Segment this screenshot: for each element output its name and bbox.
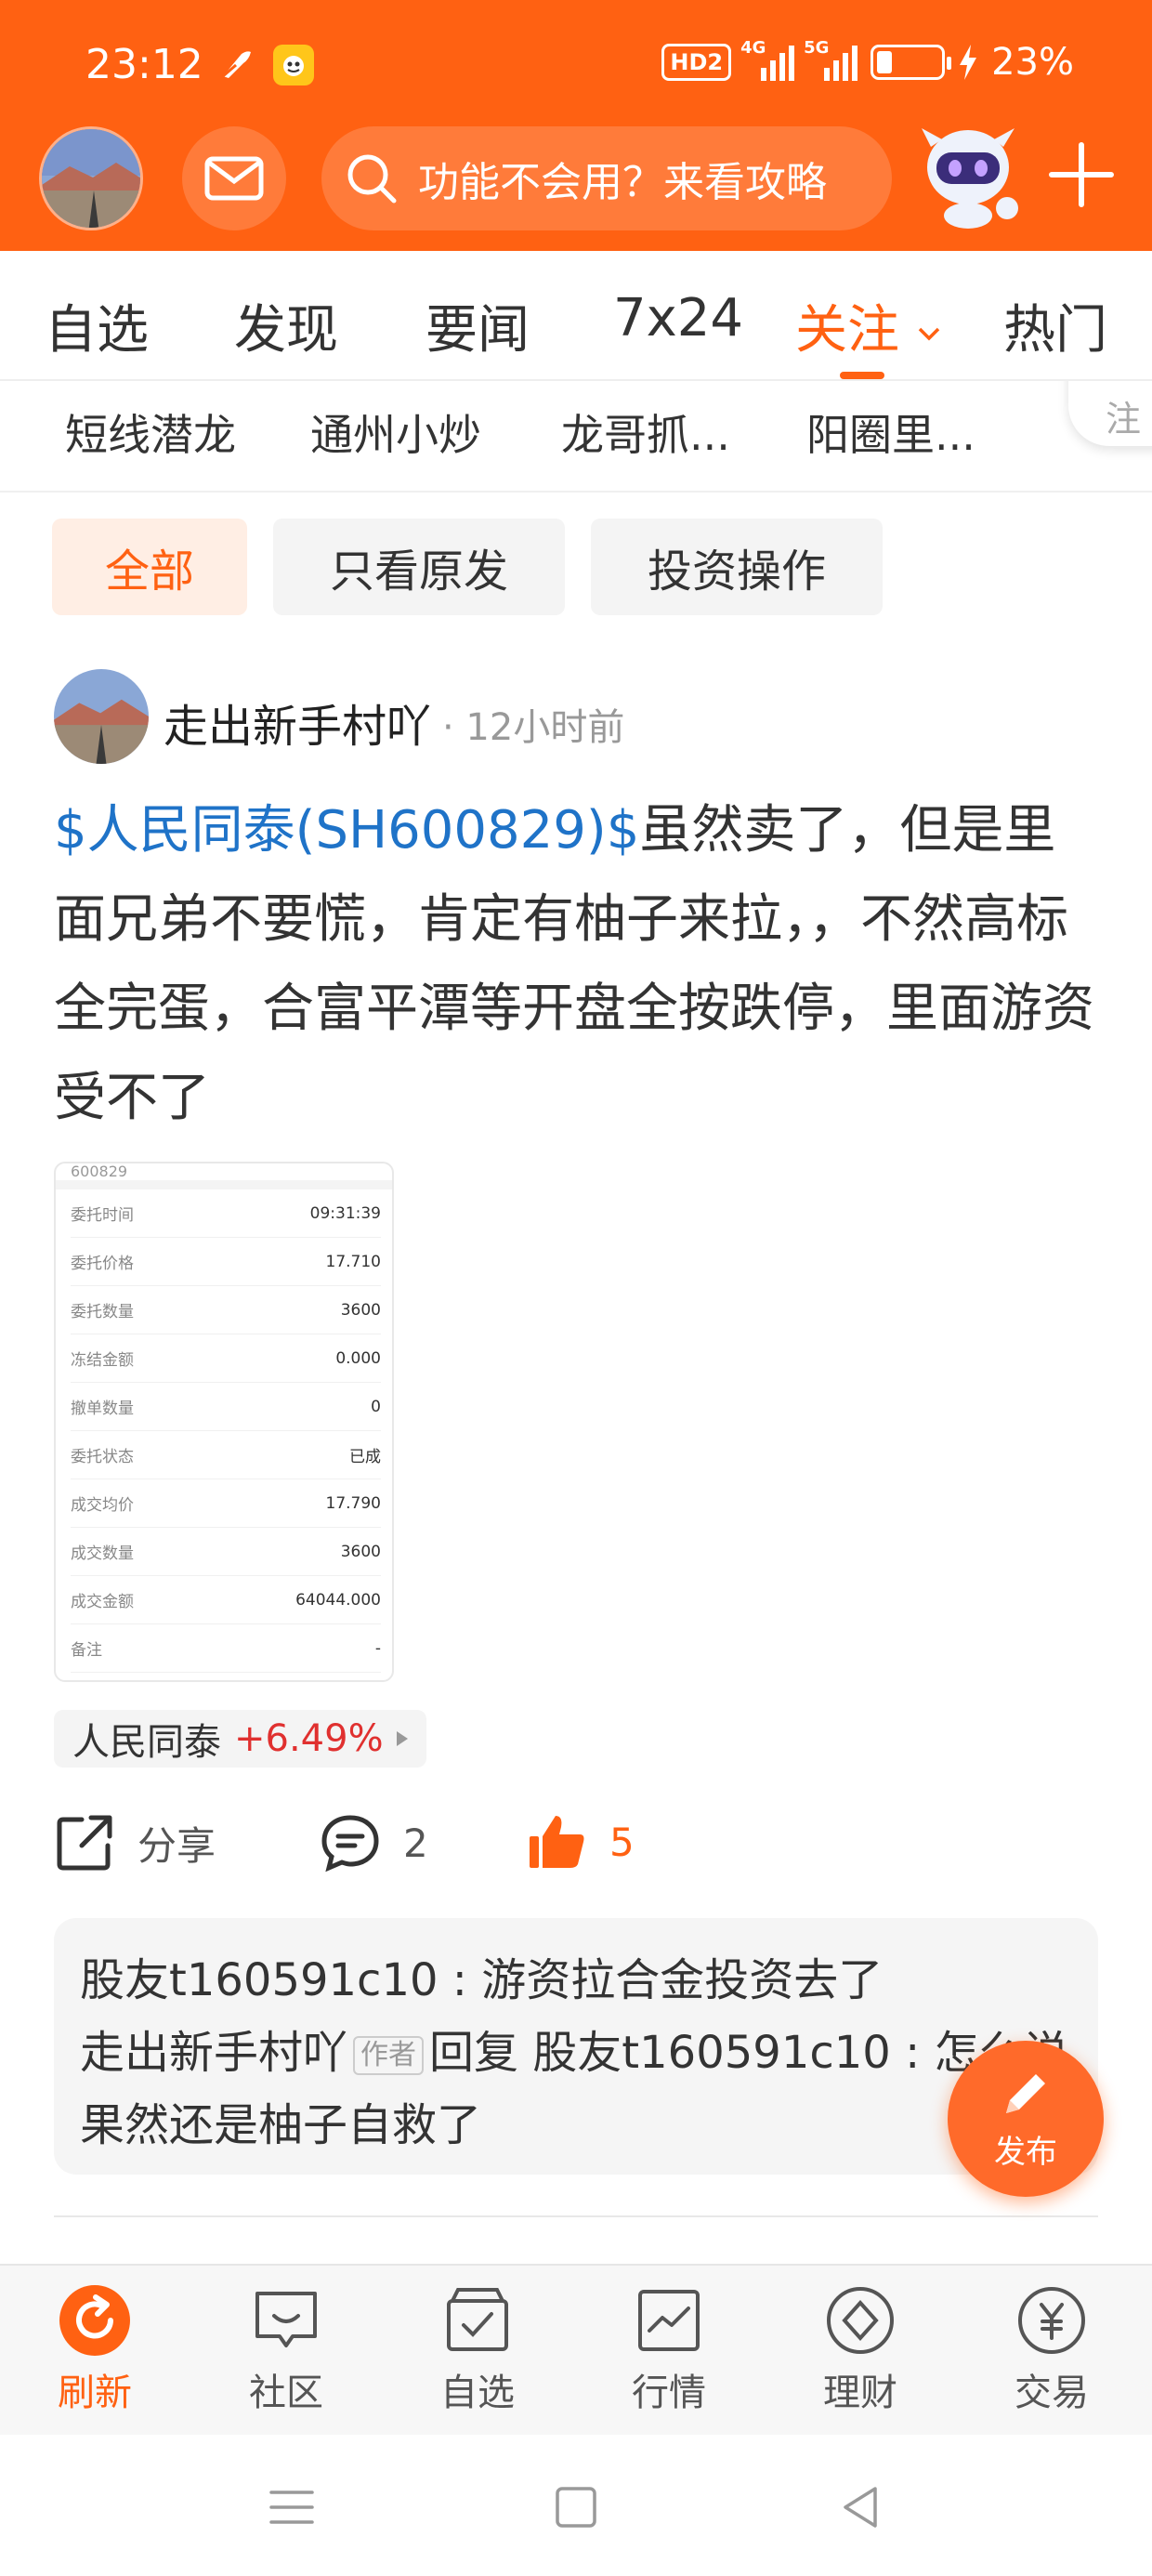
plus-icon[interactable]: [1046, 139, 1117, 210]
trade-icon: [1018, 2287, 1085, 2354]
trade-order-image[interactable]: 600829 委托时间 09:31:39 委托价格 17.710 委托数量 3600 …: [54, 1162, 394, 1682]
filter-investment-ops[interactable]: 投资操作: [591, 519, 883, 615]
stock-chip-change: +6.49%: [234, 1717, 384, 1760]
chevron-down-icon: [918, 327, 940, 341]
status-indicators: HD2 4G 5G 23%: [661, 38, 1074, 84]
post-timestamp: · 12小时前: [442, 706, 625, 749]
followed-user[interactable]: 通州小炒: [310, 401, 481, 463]
tab-watchlist[interactable]: 自选: [45, 288, 149, 363]
tab-discover[interactable]: 发现: [234, 288, 338, 363]
mascot-robot-icon[interactable]: [910, 119, 1031, 230]
comment-icon: [321, 1815, 379, 1873]
search-bar[interactable]: 功能不会用？来看攻略: [321, 126, 892, 230]
comment-item: 股友t160591c10 : 游资拉合金投资去了: [80, 1954, 884, 2006]
pencil-icon: [1006, 2073, 1045, 2113]
nav-community[interactable]: 社区: [221, 2284, 351, 2416]
comment-button[interactable]: 2: [320, 1812, 428, 1873]
search-icon: [347, 154, 397, 204]
tab-following[interactable]: 关注: [795, 288, 942, 363]
comment-item: 走出新手村吖作者回复 股友t160591c10 : 怎么说: [80, 2017, 1072, 2089]
filter-all[interactable]: 全部: [52, 519, 247, 615]
active-tab-indicator: [840, 372, 884, 379]
community-icon: [255, 2292, 317, 2347]
followed-users-row: 短线潜龙 通州小炒 龙哥抓... 阳圈里... 注: [0, 381, 1152, 493]
home-icon[interactable]: [550, 2481, 602, 2533]
filter-original-only[interactable]: 只看原发: [273, 519, 565, 615]
system-navigation-bar: [0, 2435, 1152, 2576]
post-author-avatar[interactable]: [54, 669, 149, 764]
comment-user[interactable]: 走出新手村吖: [80, 2027, 347, 2079]
hd-badge: HD2: [661, 44, 732, 81]
like-count: 5: [609, 1819, 635, 1865]
trade-row: 委托状态 已成: [71, 1431, 381, 1479]
trade-row: 委托数量 3600: [71, 1286, 381, 1334]
post-divider: [54, 2215, 1098, 2217]
mail-icon: [204, 156, 264, 201]
trade-row: 冻结金额 0.000: [71, 1334, 381, 1383]
charging-icon: [960, 45, 977, 80]
publish-fab[interactable]: 发布: [948, 2041, 1104, 2197]
status-time: 23:12: [85, 41, 203, 88]
thumbs-up-icon: [530, 1816, 584, 1868]
back-icon[interactable]: [834, 2481, 886, 2533]
reply-to-user[interactable]: 股友t160591c10: [532, 2027, 891, 2079]
nav-market[interactable]: 行情: [604, 2284, 734, 2416]
reply-word: 回复: [429, 2027, 519, 2079]
nav-refresh[interactable]: 刷新: [30, 2284, 160, 2416]
search-placeholder: 功能不会用？来看攻略: [418, 159, 827, 206]
post-author-name[interactable]: 走出新手村吖: [164, 690, 431, 755]
signal-4g-icon: 4G: [740, 38, 795, 81]
followed-user[interactable]: 龙哥抓...: [561, 401, 730, 463]
watchlist-icon: [447, 2288, 508, 2351]
comment-count: 2: [403, 1820, 428, 1866]
nav-wealth[interactable]: 理财: [795, 2284, 925, 2416]
menu-icon[interactable]: [266, 2481, 318, 2533]
share-label: 分享: [137, 1822, 216, 1869]
author-tag: 作者: [353, 2036, 425, 2075]
app-notification-icon: [273, 45, 314, 85]
caret-right-icon: [396, 1731, 408, 1746]
publish-label: 发布: [994, 2133, 1057, 2171]
nav-watchlist[interactable]: 自选: [412, 2284, 543, 2416]
feather-icon: [222, 51, 251, 78]
signal-5g-icon: 5G: [804, 38, 858, 81]
market-icon: [638, 2290, 700, 2351]
channel-tabs: 自选 发现 要闻 7x24 关注 热门: [0, 251, 1152, 381]
stock-chip-name: 人民同泰: [72, 1721, 221, 1764]
comment-continuation: 果然还是柚子自救了: [80, 2099, 482, 2151]
comment-user[interactable]: 股友t160591c10: [80, 1954, 439, 2006]
trade-row: 委托时间 09:31:39: [71, 1189, 381, 1238]
trade-row: 成交均价 17.790: [71, 1479, 381, 1528]
trade-row: 委托价格 17.710: [71, 1238, 381, 1286]
battery-percent: 23%: [991, 41, 1074, 84]
user-avatar[interactable]: [39, 126, 143, 230]
tab-news[interactable]: 要闻: [425, 288, 530, 363]
trade-stock-code: 600829: [56, 1163, 392, 1189]
followed-user[interactable]: 阳圈里...: [806, 401, 975, 463]
related-stock-chip[interactable]: 人民同泰 +6.49%: [54, 1710, 426, 1768]
follow-more-button[interactable]: 注: [1068, 381, 1152, 446]
app-header: 23:12 HD2 4G 5G 23% 功能不会用？来看攻略: [0, 0, 1152, 251]
stock-link[interactable]: $人民同泰(SH600829)$: [54, 800, 639, 861]
bottom-nav: 刷新 社区 自选 行情 理财 交易: [0, 2264, 1152, 2435]
mail-button[interactable]: [182, 126, 286, 230]
tab-7x24[interactable]: 7x24: [613, 288, 743, 348]
nav-trade[interactable]: 交易: [987, 2284, 1117, 2416]
trade-row: 成交金额 64044.000: [71, 1576, 381, 1624]
trade-row: 撤单数量 0: [71, 1383, 381, 1431]
comment-text: 游资拉合金投资去了: [481, 1954, 884, 2006]
share-icon: [57, 1815, 112, 1871]
like-button[interactable]: 5: [528, 1812, 635, 1872]
battery-icon: [871, 45, 952, 80]
trade-row: 备注 -: [71, 1624, 381, 1673]
refresh-icon: [59, 2285, 130, 2356]
tab-hot[interactable]: 热门: [1003, 288, 1107, 363]
comments-preview[interactable]: 股友t160591c10 : 游资拉合金投资去了 走出新手村吖 作者 回复 股友t1…: [54, 1918, 1098, 2175]
trade-row: 成交数量 3600: [71, 1528, 381, 1576]
post-body[interactable]: $人民同泰(SH600829)$虽然卖了，但是里面兄弟不要慌，肯定有柚子来拉，，…: [54, 786, 1104, 1143]
followed-user[interactable]: 短线潜龙: [65, 401, 236, 463]
share-button[interactable]: 分享: [54, 1812, 216, 1873]
wealth-icon: [827, 2287, 894, 2354]
